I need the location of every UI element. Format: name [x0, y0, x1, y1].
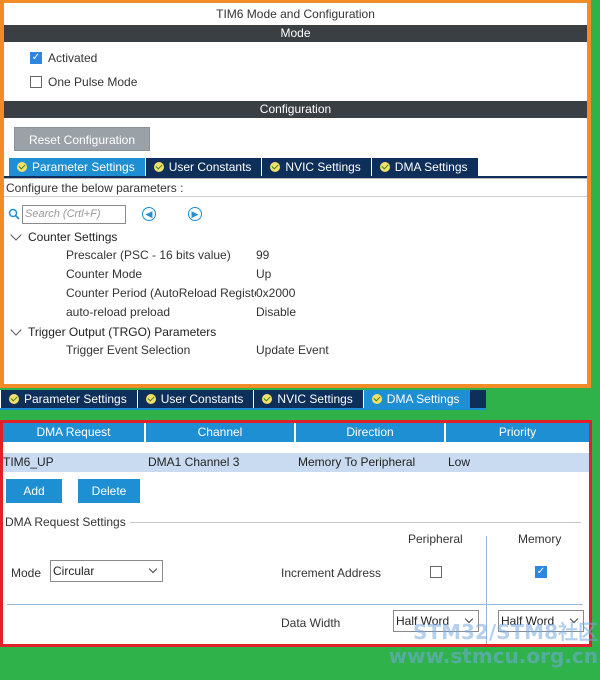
mode-section-header: Mode [4, 25, 587, 42]
next-result-icon[interactable]: ▶ [188, 207, 202, 221]
memory-header: Memory [518, 532, 562, 546]
tab-user-constants[interactable]: User Constants [136, 390, 254, 408]
one-pulse-row[interactable]: One Pulse Mode [4, 70, 587, 94]
previous-result-icon[interactable]: ◀ [142, 207, 156, 221]
activated-checkbox[interactable]: ✓ [30, 52, 42, 64]
cell-direction: Memory To Peripheral [298, 455, 416, 469]
chevron-down-icon [10, 323, 22, 336]
watermark-line-2: www.stmcu.org.cn [388, 644, 598, 668]
tab-label: Parameter Settings [24, 392, 127, 406]
param-row-counter-period[interactable]: Counter Period (AutoReload Register - 16… [4, 284, 587, 303]
watermark-line-1: STM32/STM8社区 [413, 620, 598, 644]
param-value[interactable]: Up [256, 265, 271, 284]
mode-select-value: Circular [53, 564, 95, 578]
configure-note: Configure the below parameters : [4, 179, 587, 197]
param-name: Prescaler (PSC - 16 bits value) [66, 248, 231, 262]
tab-label: DMA Settings [394, 160, 468, 174]
param-row-prescaler[interactable]: Prescaler (PSC - 16 bits value) 99 [4, 246, 587, 265]
check-circle-icon [371, 394, 382, 404]
check-circle-icon [9, 394, 19, 404]
param-value[interactable]: Update Event [256, 341, 329, 360]
fieldset-title: DMA Request Settings [5, 515, 126, 529]
trgo-parameters-group[interactable]: Trigger Output (TRGO) Parameters [4, 322, 587, 341]
data-width-label: Data Width [281, 616, 341, 630]
memory-increment-checkbox[interactable]: ✓ [535, 566, 547, 578]
check-circle-icon [17, 162, 27, 172]
mode-select[interactable]: Circular [50, 560, 163, 582]
param-value[interactable]: 0x2000 [256, 284, 295, 303]
cell-request: TIM6_UP [3, 455, 54, 469]
add-button[interactable]: Add [6, 479, 62, 503]
divider [129, 521, 581, 523]
param-row-trigger-event[interactable]: Trigger Event Selection Update Event [4, 341, 587, 360]
check-circle-icon [262, 394, 273, 404]
chevron-down-icon [10, 228, 22, 241]
row-divider [7, 604, 583, 605]
one-pulse-checkbox[interactable] [30, 76, 42, 88]
dma-request-settings-header: DMA Request Settings [3, 514, 589, 530]
tab-parameter-settings[interactable]: Parameter Settings [8, 158, 145, 176]
tab-label: NVIC Settings [277, 392, 353, 406]
column-header-channel[interactable]: Channel [146, 423, 296, 442]
check-circle-icon [379, 162, 390, 172]
delete-button[interactable]: Delete [78, 479, 140, 503]
search-row: Search (Crtl+F) ◀ ▶ [4, 201, 587, 227]
dma-settings-panel: DMA Request Channel Direction Priority T… [0, 420, 592, 647]
dma-view-tab-bar: Parameter Settings User Constants NVIC S… [0, 390, 486, 410]
param-row-auto-reload[interactable]: auto-reload preload Disable [4, 303, 587, 322]
tab-label: DMA Settings [386, 392, 460, 406]
tab-dma-settings[interactable]: DMA Settings [362, 390, 470, 408]
config-tab-bar: Parameter Settings User Constants NVIC S… [4, 158, 587, 178]
column-header-direction[interactable]: Direction [296, 423, 446, 442]
tab-label: User Constants [168, 160, 252, 174]
reset-configuration-button[interactable]: Reset Configuration [14, 127, 150, 151]
check-circle-icon [153, 162, 164, 172]
peripheral-header: Peripheral [408, 532, 463, 546]
tim6-config-panel: TIM6 Mode and Configuration Mode ✓ Activ… [0, 0, 591, 388]
peripheral-increment-checkbox[interactable] [430, 566, 442, 578]
dma-button-row: Add Delete [3, 479, 589, 503]
tab-user-constants[interactable]: User Constants [144, 158, 262, 176]
watermark: STM32/STM8社区 www.stmcu.org.cn [389, 620, 598, 668]
search-input[interactable]: Search (Crtl+F) [22, 204, 126, 224]
mode-label: Mode [11, 566, 42, 580]
increment-address-label: Increment Address [281, 566, 382, 580]
table-header: DMA Request Channel Direction Priority [3, 423, 589, 442]
tab-label: Parameter Settings [32, 160, 135, 174]
param-value[interactable]: 99 [256, 246, 269, 265]
activated-row[interactable]: ✓ Activated [4, 46, 587, 70]
param-row-counter-mode[interactable]: Counter Mode Up [4, 265, 587, 284]
dma-request-table: DMA Request Channel Direction Priority T… [3, 423, 589, 472]
group-title: Trigger Output (TRGO) Parameters [28, 324, 217, 339]
param-value[interactable]: Disable [256, 303, 296, 322]
one-pulse-label: One Pulse Mode [48, 75, 138, 89]
tab-nvic-settings[interactable]: NVIC Settings [253, 390, 363, 408]
cell-priority: Low [448, 455, 471, 469]
param-name: Counter Period (AutoReload Register - 16… [66, 286, 256, 300]
param-name: Counter Mode [66, 267, 143, 281]
parameter-area: Configure the below parameters : Search … [4, 178, 587, 360]
cell-channel: DMA1 Channel 3 [148, 455, 240, 469]
column-header-priority[interactable]: Priority [446, 423, 589, 442]
tab-label: User Constants [160, 392, 244, 406]
tab-nvic-settings[interactable]: NVIC Settings [261, 158, 371, 176]
param-name: auto-reload preload [66, 305, 171, 319]
check-circle-icon [145, 394, 156, 404]
param-name: Trigger Event Selection [66, 343, 191, 357]
chevron-down-icon [148, 564, 158, 574]
tab-dma-settings[interactable]: DMA Settings [370, 158, 478, 176]
tab-parameter-settings[interactable]: Parameter Settings [0, 390, 137, 408]
check-circle-icon [270, 162, 281, 172]
table-row[interactable]: TIM6_UP DMA1 Channel 3 Memory To Periphe… [3, 453, 589, 472]
tab-label: NVIC Settings [285, 160, 361, 174]
window-title: TIM6 Mode and Configuration [4, 3, 587, 25]
counter-settings-group[interactable]: Counter Settings [4, 227, 587, 246]
search-icon [8, 208, 20, 220]
column-header-dma-request[interactable]: DMA Request [3, 423, 146, 442]
group-title: Counter Settings [28, 229, 118, 244]
activated-label: Activated [48, 51, 98, 65]
configuration-section-header: Configuration [4, 101, 587, 118]
